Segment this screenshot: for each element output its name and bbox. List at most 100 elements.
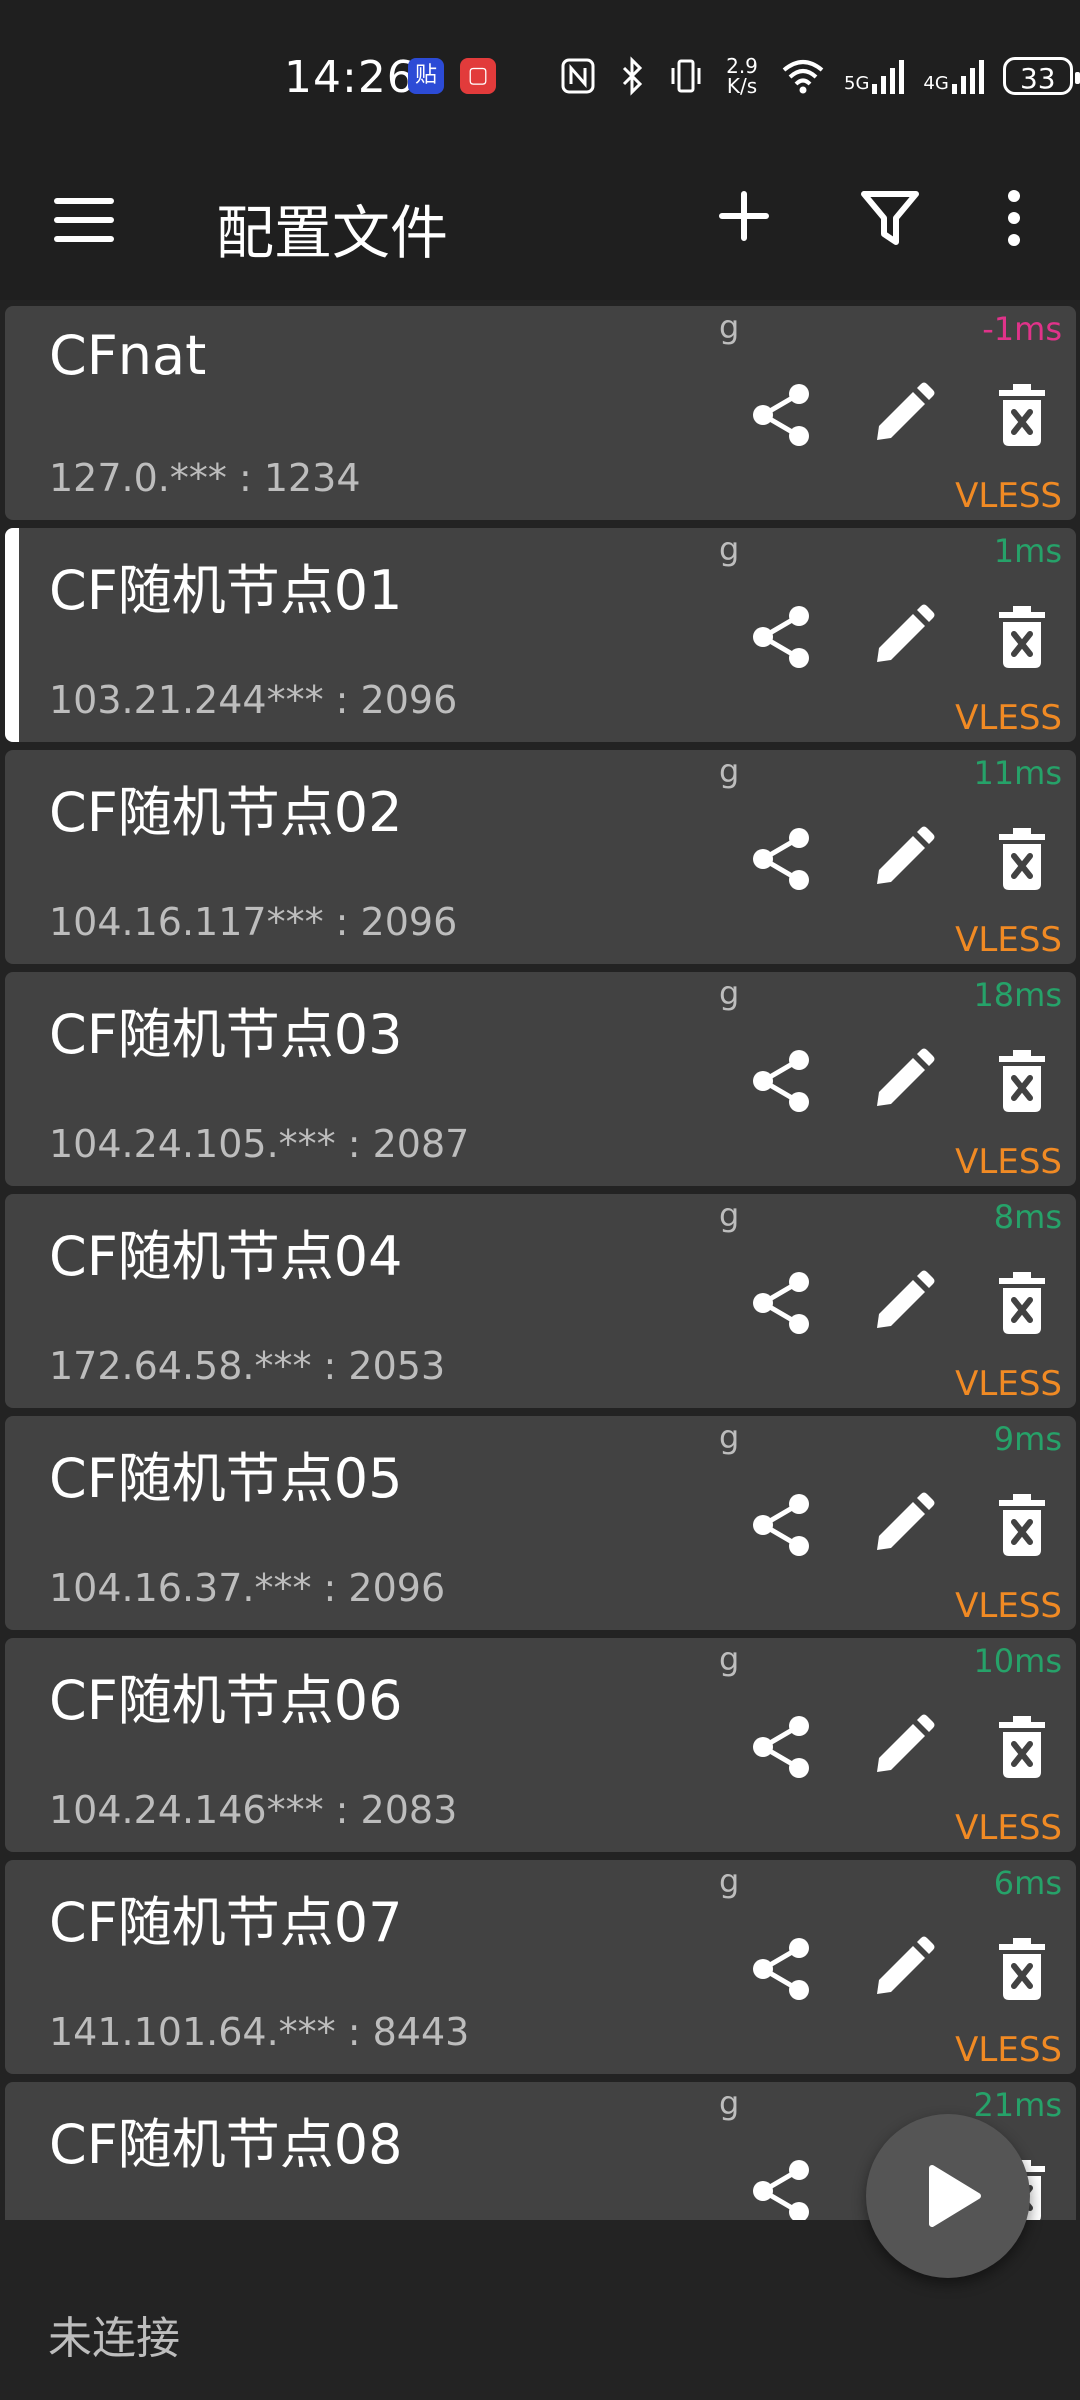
edit-icon (877, 1270, 935, 1328)
signal-4g: 4G (923, 58, 984, 94)
profile-list[interactable]: CFnat 127.0.*** : 1234 g -1ms VLESS CF随机… (0, 300, 1080, 2220)
battery-icon: 33 (1002, 57, 1080, 95)
filter-icon[interactable] (858, 186, 922, 250)
profile-card[interactable]: CF随机节点06 104.24.146*** : 2083 g 10ms VLE… (5, 1638, 1076, 1852)
profile-address: 127.0.*** : 1234 (49, 456, 361, 500)
delete-icon (999, 1050, 1045, 1112)
delete-button[interactable] (987, 824, 1057, 894)
profile-card[interactable]: CF随机节点05 104.16.37.*** : 2096 g 9ms VLES… (5, 1416, 1076, 1630)
share-button[interactable] (747, 380, 817, 450)
share-icon (753, 1272, 809, 1334)
share-button[interactable] (747, 1268, 817, 1338)
network-type-1: 5G (844, 73, 870, 94)
profile-address: 104.16.37.*** : 2096 (49, 1566, 446, 1610)
edit-button[interactable] (867, 380, 937, 450)
edit-icon (877, 826, 935, 884)
share-button[interactable] (747, 2156, 817, 2220)
profile-group: g (719, 2084, 740, 2122)
profile-delay: 21ms (973, 2086, 1062, 2124)
profile-delay: 1ms (993, 532, 1062, 570)
profile-delay: 6ms (993, 1864, 1062, 1902)
profile-type: VLESS (955, 1808, 1062, 1848)
edit-button[interactable] (867, 1046, 937, 1116)
edit-button[interactable] (867, 1712, 937, 1782)
delete-button[interactable] (987, 380, 1057, 450)
speed-unit: K/s (726, 74, 758, 98)
share-icon (753, 1050, 809, 1112)
edit-icon (877, 604, 935, 662)
profile-card[interactable]: CF随机节点02 104.16.117*** : 2096 g 11ms VLE… (5, 750, 1076, 964)
profile-name: CFnat (49, 324, 207, 387)
profile-group: g (719, 1640, 740, 1678)
status-bar: 14:26 贴 ▢ 2.9 K/s 5G 4G 33 (0, 0, 1080, 150)
profile-card[interactable]: CF随机节点01 103.21.244*** : 2096 g 1ms VLES… (5, 528, 1076, 742)
profile-name: CF随机节点06 (49, 1669, 403, 1732)
delete-icon (999, 384, 1045, 446)
edit-button[interactable] (867, 1934, 937, 2004)
edit-button[interactable] (867, 602, 937, 672)
share-icon (753, 1716, 809, 1778)
menu-icon[interactable] (54, 198, 114, 252)
profile-delay: 18ms (973, 976, 1062, 1014)
add-icon[interactable] (716, 188, 772, 244)
edit-button[interactable] (867, 1268, 937, 1338)
profile-card[interactable]: CF随机节点07 141.101.64.*** : 8443 g 6ms VLE… (5, 1860, 1076, 2074)
share-button[interactable] (747, 1712, 817, 1782)
profile-card[interactable]: CFnat 127.0.*** : 1234 g -1ms VLESS (5, 306, 1076, 520)
profile-delay: 10ms (973, 1642, 1062, 1680)
delete-button[interactable] (987, 1712, 1057, 1782)
profile-type: VLESS (955, 698, 1062, 738)
profile-group: g (719, 308, 740, 346)
connect-button[interactable] (866, 2114, 1030, 2278)
profile-card[interactable]: CF随机节点04 172.64.58.*** : 2053 g 8ms VLES… (5, 1194, 1076, 1408)
profile-name: CF随机节点03 (49, 1003, 403, 1066)
bluetooth-icon (622, 56, 643, 96)
delete-button[interactable] (987, 1490, 1057, 1560)
status-icons: 2.9 K/s 5G 4G 33 (560, 54, 1080, 98)
profile-address: 103.21.244*** : 2096 (49, 678, 458, 722)
signal-5g: 5G (844, 58, 905, 94)
delete-icon (999, 1716, 1045, 1778)
profile-type: VLESS (955, 2030, 1062, 2070)
more-vert-icon[interactable] (996, 186, 1032, 250)
edit-icon (877, 1936, 935, 1994)
profile-type: VLESS (955, 1142, 1062, 1182)
profile-card[interactable]: CF随机节点03 104.24.105.*** : 2087 g 18ms VL… (5, 972, 1076, 1186)
status-time: 14:26 (284, 52, 416, 103)
delete-button[interactable] (987, 1934, 1057, 2004)
share-button[interactable] (747, 824, 817, 894)
profile-group: g (719, 530, 740, 568)
play-icon (929, 2165, 981, 2227)
edit-icon (877, 1714, 935, 1772)
share-button[interactable] (747, 1490, 817, 1560)
share-button[interactable] (747, 1934, 817, 2004)
share-icon (753, 2160, 809, 2220)
profile-type: VLESS (955, 920, 1062, 960)
notification-app-icon-2: ▢ (460, 58, 496, 94)
top-app-bar: 配置文件 (0, 150, 1080, 300)
edit-button[interactable] (867, 824, 937, 894)
page-title: 配置文件 (216, 199, 449, 267)
delete-icon (999, 1494, 1045, 1556)
profile-type: VLESS (955, 1586, 1062, 1626)
network-type-2: 4G (923, 73, 949, 94)
profile-group: g (719, 1418, 740, 1456)
share-button[interactable] (747, 602, 817, 672)
speed-value: 2.9 (726, 54, 758, 78)
profile-delay: -1ms (982, 310, 1062, 348)
profile-name: CF随机节点01 (49, 559, 403, 622)
profile-name: CF随机节点08 (49, 2113, 403, 2176)
signal-icon-2 (951, 60, 984, 94)
delete-button[interactable] (987, 1268, 1057, 1338)
profile-type: VLESS (955, 1364, 1062, 1404)
delete-button[interactable] (987, 602, 1057, 672)
edit-icon (877, 1048, 935, 1106)
profile-address: 172.64.58.*** : 2053 (49, 1344, 446, 1388)
share-icon (753, 384, 809, 446)
share-button[interactable] (747, 1046, 817, 1116)
delete-button[interactable] (987, 1046, 1057, 1116)
share-icon (753, 828, 809, 890)
edit-button[interactable] (867, 1490, 937, 1560)
profile-name: CF随机节点07 (49, 1891, 403, 1954)
edit-icon (877, 1492, 935, 1550)
